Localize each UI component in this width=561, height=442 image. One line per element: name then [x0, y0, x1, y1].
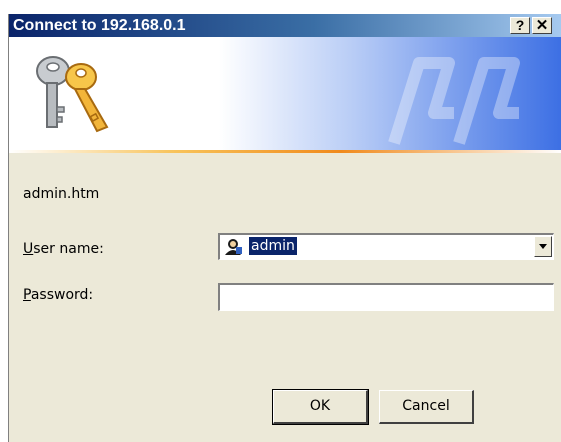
window-title: Connect to 192.168.0.1 [13, 17, 186, 34]
username-value[interactable]: admin [249, 237, 297, 255]
password-label: Password: [23, 287, 93, 303]
keys-icon [36, 56, 109, 133]
cancel-button[interactable]: Cancel [379, 390, 474, 424]
username-label-text: ser name: [33, 241, 104, 257]
banner-divider [9, 150, 561, 153]
password-label-accelerator: P [23, 287, 31, 303]
realm-text: admin.htm [23, 186, 100, 202]
keys-watermark-icon [388, 57, 520, 145]
password-input[interactable] [218, 283, 554, 311]
close-button[interactable]: ✕ [532, 17, 552, 34]
dialog-banner [9, 37, 561, 150]
username-label: User name: [23, 241, 104, 257]
login-dialog: Connect to 192.168.0.1 ? ✕ admin.htm Use… [8, 14, 561, 442]
ok-button[interactable]: OK [272, 389, 369, 425]
password-label-text: assword: [30, 287, 94, 303]
username-combobox[interactable]: admin [218, 233, 554, 260]
help-button[interactable]: ? [510, 17, 530, 34]
chevron-down-icon [539, 244, 547, 249]
user-icon [225, 239, 242, 255]
title-bar[interactable]: Connect to 192.168.0.1 ? ✕ [9, 14, 561, 37]
username-dropdown-button[interactable] [534, 236, 552, 257]
username-label-accelerator: U [23, 241, 34, 257]
